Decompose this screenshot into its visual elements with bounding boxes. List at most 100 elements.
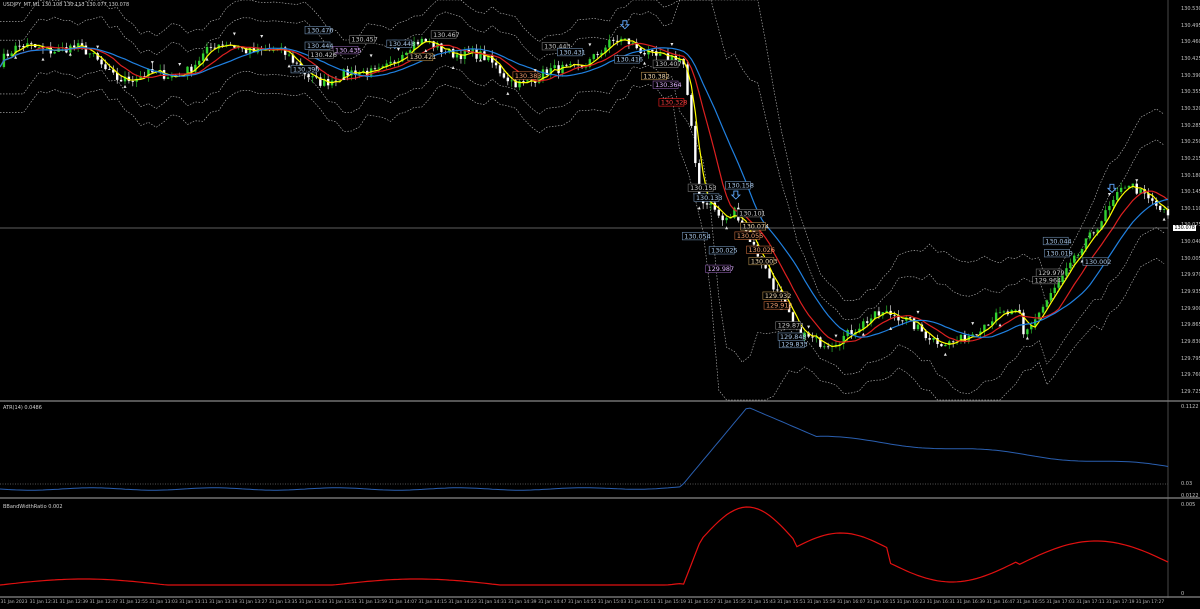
bband-tick-label: 0 [1181,591,1185,597]
annotation-text: 130.396 [293,65,319,73]
candle[interactable] [690,93,693,129]
time-tick-label: 31 Jan 14:07 [388,600,417,605]
time-tick-label: 31 Jan 14:15 [418,600,447,605]
annotation-text: 130.467 [433,31,459,39]
annotation-text: 129.932 [765,292,791,300]
price-annotation: 130.476 [304,26,333,34]
time-tick-label: 31 Jan 16:31 [926,600,956,605]
bband-panel-title: BBandWidthRatio 0.002 [3,504,63,510]
price-tick-label: 129.935 [1181,289,1200,296]
annotation-text: 130.426 [311,51,337,59]
price-annotation: 130.444 [304,41,333,50]
annotation-text: 130.407 [655,60,681,68]
annotation-text: 130.364 [655,81,681,89]
price-tick-label: 129.725 [1181,388,1200,395]
price-tick-label: 130.460 [1181,39,1200,46]
price-tick-label: 130.285 [1181,122,1200,129]
time-tick-label: 31 Jan 14:31 [478,600,507,605]
annotation-text: 130.101 [739,209,765,217]
time-tick-label: 31 Jan 14:39 [508,600,537,605]
annotation-text: 129.987 [708,265,734,273]
price-annotation: 130.101 [736,209,766,217]
atr-tick-label: 0.0122 [1181,493,1199,499]
time-tick-label: 31 Jan 16:15 [866,600,896,605]
time-tick-label: 31 Jan 13:59 [358,600,388,605]
time-tick-label: 31 Jan 17:19 [1106,600,1135,605]
bband-tick-label: 0.005 [1181,502,1196,508]
price-annotation: 130.025 [708,246,738,255]
price-tick-label: 130.005 [1181,255,1200,262]
price-tick-label: 130.145 [1181,189,1200,196]
price-annotation: 129.987 [705,264,734,273]
price-annotation: 130.153 [687,183,717,192]
time-tick-label: 31 Jan 12:39 [59,600,89,605]
current-price-label: 130.078 [1173,225,1196,231]
candle[interactable] [1022,309,1025,338]
chart-canvas[interactable]: 130.476 130.444 130.457 130.435130.426 130.4… [0,0,1200,609]
time-tick-label: 31 Jan 12:47 [89,600,118,605]
time-tick-label: 31 Jan 13:11 [179,600,208,605]
annotation-text: 130.054 [684,232,710,240]
price-tick-label: 130.040 [1181,239,1200,246]
annotation-text: 130.421 [410,53,436,61]
annotation-text: 130.431 [559,48,585,56]
time-tick-label: 31 Jan 13:51 [328,600,358,605]
annotation-text: 130.383 [515,72,541,80]
time-tick-label: 31 Jan 12:31 [29,600,59,605]
time-tick-label: 31 Jan 16:07 [836,600,866,605]
time-tick-label: 31 Jan 17:11 [1076,600,1105,605]
price-tick-label: 130.110 [1181,205,1200,212]
price-tick-label: 130.390 [1181,72,1200,79]
time-tick-label: 31 Jan 15:11 [627,600,657,605]
time-tick-label: 31 Jan 15:27 [687,600,716,605]
annotation-text: 129.912 [766,302,792,310]
price-annotation: 130.416 [614,55,643,64]
annotation-text: 130.158 [727,182,753,190]
price-annotation: 130.457 [349,35,378,44]
main-panel-title: USDJPY_MT,M1 130.108 130.113 130.077 130… [3,2,130,8]
annotation-text: 130.435 [335,46,361,54]
annotation-text: 130.444 [307,42,333,50]
time-tick-label: 31 Jan 15:51 [777,600,806,605]
annotation-text: 130.055 [737,232,763,240]
price-annotation: 130.026 [746,245,775,254]
time-tick-label: 31 Jan 15:35 [717,600,746,605]
time-tick-label: 31 Jan 15:43 [747,600,776,605]
annotation-text: 130.476 [307,26,333,34]
candle[interactable] [686,59,689,96]
price-annotation: 130.019 [1044,249,1073,257]
price-tick-label: 130.215 [1181,155,1200,162]
time-tick-label: 31 Jan 16:47 [986,600,1015,605]
annotation-text: 130.382 [643,72,669,80]
price-annotation: 129.912 [763,301,792,310]
candle[interactable] [694,121,697,168]
time-tick-label: 31 Jan 12:55 [119,600,148,605]
price-annotation: 129.964 [1032,276,1061,284]
annotation-text: 130.074 [743,223,769,231]
candle[interactable] [912,317,916,331]
annotation-text: 130.044 [1045,237,1071,245]
annotation-text: 130.448 [389,40,415,48]
price-annotation: 130.407 [652,59,682,68]
price-annotation: 130.467 [430,30,460,39]
price-tick-label: 129.830 [1181,339,1200,345]
price-annotation: 130.426 [308,50,337,59]
price-annotation: 130.055 [734,231,763,240]
price-annotation: 129.833 [778,339,808,348]
price-annotation: 130.396 [290,65,319,73]
time-tick-label: 31 Jan 15:03 [597,600,627,605]
time-tick-label: 31 Jan 17:03 [1046,600,1075,605]
atr-tick-label: 0.03 [1181,481,1193,487]
price-annotation: 130.003 [748,256,777,265]
annotation-text: 130.002 [1085,258,1111,266]
price-tick-label: 130.180 [1181,172,1200,179]
price-tick-label: 129.900 [1181,305,1200,312]
time-tick-label: 31 Jan 13:43 [298,600,328,605]
price-annotation: 130.074 [740,222,769,231]
annotation-text: 130.133 [696,194,722,202]
price-tick-label: 129.795 [1181,355,1200,362]
annotation-text: 129.833 [781,340,807,348]
annotation-text: 130.328 [661,99,687,107]
annotation-text: 130.457 [351,36,377,44]
time-tick-label: 31 Jan 14:55 [567,600,597,605]
